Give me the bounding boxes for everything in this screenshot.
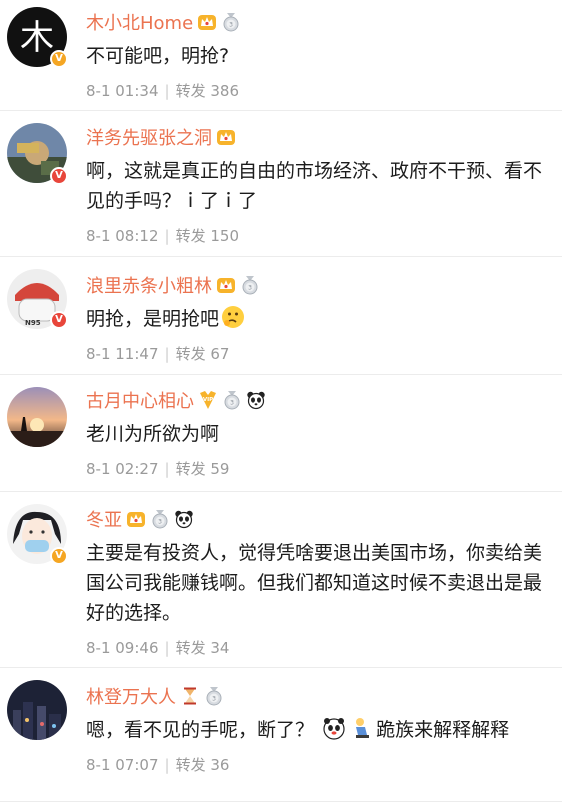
comment-date: 8-1 02:27 [86, 460, 159, 478]
username[interactable]: 林登万大人 [86, 683, 176, 709]
comment-meta: 8-1 08:12 | 转发 150 [86, 225, 550, 246]
meta-divider: | [164, 639, 170, 657]
repost-count: 386 [210, 82, 239, 100]
username[interactable]: 浪里赤条小粗林 [86, 272, 212, 298]
comment-date: 8-1 08:12 [86, 227, 159, 245]
meta-divider: | [164, 82, 170, 100]
repost-button[interactable]: 转发 59 [176, 460, 230, 478]
repost-button[interactable]: 转发 150 [176, 227, 239, 245]
meta-divider: | [164, 460, 170, 478]
comment-text: 嗯，看不见的手呢，断了？ 跪族来解释解释 [86, 715, 550, 745]
vip-badge-icon[interactable] [198, 390, 218, 410]
username[interactable]: 木小北Home [86, 9, 193, 35]
crown-badge-icon[interactable] [197, 12, 217, 32]
comment-text-span: 嗯，看不见的手呢，断了？ [86, 719, 315, 741]
comment-text-span: 明抢，是明抢吧 [86, 308, 220, 330]
thinking-emoji-icon [221, 305, 245, 329]
comment-item: V 洋务先驱张之洞 啊，这就是真正的自由的市场经济、政府不干预、看不见的手吗？ｉ… [0, 111, 562, 257]
meta-divider: | [164, 756, 170, 774]
comment-meta: 8-1 07:07 | 转发 36 [86, 754, 550, 775]
verified-badge-icon: V [50, 547, 68, 565]
username[interactable]: 冬亚 [86, 506, 122, 532]
medal-badge-icon[interactable] [222, 390, 242, 410]
repost-count: 34 [210, 639, 230, 657]
medal-badge-icon[interactable] [204, 686, 224, 706]
username[interactable]: 洋务先驱张之洞 [86, 124, 212, 150]
comment-text: 明抢，是明抢吧 [86, 304, 550, 334]
verified-badge-icon: V [50, 311, 68, 329]
avatar[interactable] [7, 680, 67, 740]
repost-label: 转发 [175, 460, 206, 478]
verified-badge-icon: V [50, 167, 68, 185]
comment-item: N95 V 浪里赤条小粗林 明抢，是明抢吧 8-1 11:47 | 转发 67 [0, 257, 562, 375]
comment-text: 啊，这就是真正的自由的市场经济、政府不干预、看不见的手吗？ｉ了ｉ了 [86, 160, 543, 212]
comment-meta: 8-1 11:47 | 转发 67 [86, 343, 550, 364]
verified-badge-icon: V [50, 50, 68, 68]
repost-label: 转发 [175, 227, 206, 245]
comment-text: 不可能吧，明抢? [86, 45, 230, 67]
repost-count: 150 [210, 227, 239, 245]
meta-divider: | [164, 227, 170, 245]
hourglass-badge-icon[interactable] [180, 686, 200, 706]
avatar[interactable] [7, 387, 67, 447]
panda-badge-icon[interactable] [246, 390, 266, 410]
repost-button[interactable]: 转发 34 [176, 639, 230, 657]
comment-text: 主要是有投资人，觉得凭啥要退出美国市场，你卖给美国公司我能赚钱啊。但我们都知道这… [86, 542, 543, 624]
repost-label: 转发 [175, 345, 206, 363]
comment-text-span: 跪族来解释解释 [376, 719, 510, 741]
comment-date: 8-1 09:46 [86, 639, 159, 657]
comment-item: V 冬亚 主要是有投资人，觉得凭啥要退出美国市场，你卖给美国公司我能赚钱啊。但我… [0, 492, 562, 668]
comment-item: 木 V 木小北Home 不可能吧，明抢? 8-1 01:34 | 转发 386 [0, 0, 562, 111]
repost-button[interactable]: 转发 36 [176, 756, 230, 774]
meta-divider: | [164, 345, 170, 363]
comment-item: 古月中心相心 老川为所欲为啊 8-1 02:27 | 转发 59 [0, 375, 562, 492]
comment-text: 老川为所欲为啊 [86, 423, 220, 445]
repost-button[interactable]: 转发 67 [176, 345, 230, 363]
comment-date: 8-1 01:34 [86, 82, 159, 100]
kneeling-person-emoji-icon [350, 716, 374, 740]
medal-badge-icon[interactable] [240, 275, 260, 295]
comment-meta: 8-1 09:46 | 转发 34 [86, 637, 550, 658]
repost-button[interactable]: 转发 386 [176, 82, 239, 100]
mask-label: N95 [25, 319, 41, 327]
repost-label: 转发 [175, 82, 206, 100]
username[interactable]: 古月中心相心 [86, 387, 194, 413]
panda-badge-icon[interactable] [174, 509, 194, 529]
avatar-character: 木 [20, 18, 54, 58]
repost-count: 36 [210, 756, 230, 774]
comment-meta: 8-1 02:27 | 转发 59 [86, 458, 550, 479]
repost-label: 转发 [175, 756, 206, 774]
comment-date: 8-1 07:07 [86, 756, 159, 774]
comment-date: 8-1 11:47 [86, 345, 159, 363]
repost-count: 59 [210, 460, 230, 478]
repost-label: 转发 [175, 639, 206, 657]
medal-badge-icon[interactable] [221, 12, 241, 32]
panda-emoji-icon [322, 716, 346, 740]
repost-count: 67 [210, 345, 230, 363]
crown-badge-icon[interactable] [216, 127, 236, 147]
crown-badge-icon[interactable] [126, 509, 146, 529]
medal-badge-icon[interactable] [150, 509, 170, 529]
comment-meta: 8-1 01:34 | 转发 386 [86, 80, 550, 101]
comment-item: 林登万大人 嗯，看不见的手呢，断了？ 跪族来解释解释 8-1 07:07 | 转发 … [0, 668, 562, 802]
crown-badge-icon[interactable] [216, 275, 236, 295]
